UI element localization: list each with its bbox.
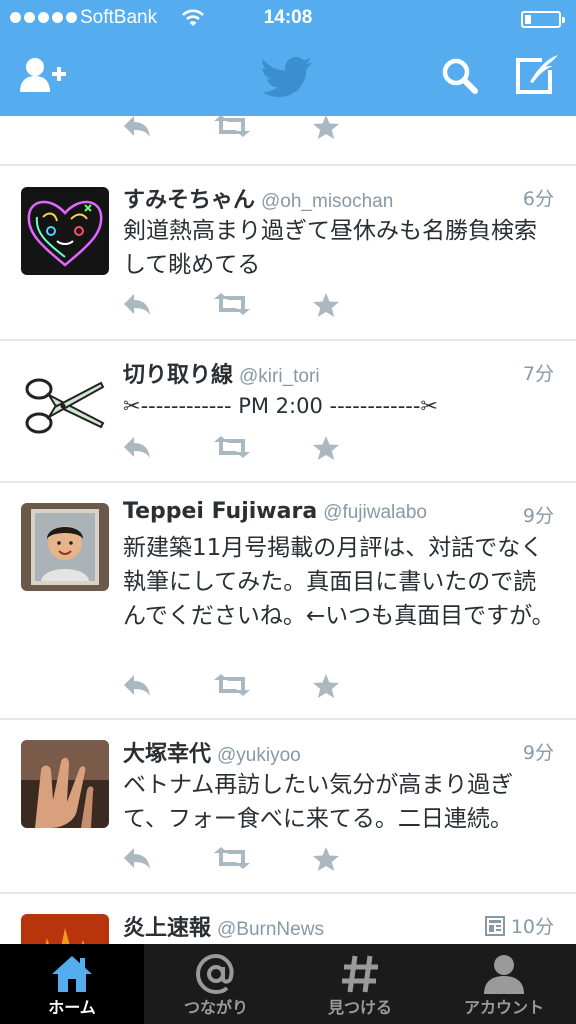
at-icon xyxy=(195,953,234,995)
status-time: 14:08 xyxy=(263,7,313,28)
retweet-icon[interactable] xyxy=(212,292,252,316)
tweet-author-handle[interactable]: @fujiwalabo xyxy=(323,502,427,523)
tweet-author-handle[interactable]: @kiri_tori xyxy=(239,366,320,387)
tweet-author-name[interactable]: Teppei Fujiwara xyxy=(123,499,317,524)
tab-connect[interactable]: つながり xyxy=(144,944,288,1024)
tweet-header: 切り取り線 @kiri_tori 7分 xyxy=(123,357,554,388)
tweet-row[interactable]: すみそちゃん @oh_misochan 6分 剣道熱高まり過ぎて昼休みも名勝負検索… xyxy=(0,166,576,341)
home-icon xyxy=(52,956,92,992)
tab-account-label: アカウント xyxy=(463,998,544,1017)
tab-discover-label: 見つける xyxy=(327,998,392,1017)
reply-icon[interactable] xyxy=(122,435,152,459)
retweet-icon[interactable] xyxy=(212,846,252,870)
tweet-author-name[interactable]: 大塚幸代 xyxy=(123,742,211,767)
tweet-author-handle[interactable]: @BurnNews xyxy=(217,919,324,940)
tweet-time: 9分 xyxy=(522,742,554,764)
retweet-icon[interactable] xyxy=(212,435,252,459)
avatar[interactable] xyxy=(21,503,109,591)
status-bar: SoftBank 14:08 xyxy=(0,0,576,38)
tab-home[interactable]: ホーム xyxy=(0,944,144,1024)
favorite-icon[interactable] xyxy=(312,292,340,318)
top-bar: SoftBank 14:08 xyxy=(0,0,576,116)
tweet-author-name[interactable]: 切り取り線 xyxy=(123,363,233,388)
tweet-text: ✂------------ PM 2:00 ------------✂ xyxy=(123,394,439,418)
twitter-bird-icon xyxy=(262,57,312,97)
tab-discover[interactable]: 見つける xyxy=(288,944,432,1024)
tweet-row[interactable]: 炎上速報 @BurnNews 10分 xyxy=(0,894,576,944)
tweet-row[interactable]: 大塚幸代 @yukiyoo 9分 ベトナム再訪したい気分が高まり過ぎて、フォー食べ… xyxy=(0,720,576,894)
tweet-header: すみそちゃん @oh_misochan 6分 xyxy=(123,182,554,213)
tweet-text: 新建築11月号掲載の月評は、対話でなく執筆にしてみた。真面目に書いたので読んでく… xyxy=(123,535,555,629)
tweet-header: 炎上速報 @BurnNews 10分 xyxy=(123,910,554,941)
tweet-time-value: 10分 xyxy=(510,916,554,938)
favorite-icon[interactable] xyxy=(312,673,340,699)
tweet-row[interactable]: Teppei Fujiwara @fujiwalabo 9分 新建築11月号掲載の… xyxy=(0,483,576,720)
tweet-row[interactable]: 切り取り線 @kiri_tori 7分 ✂------------ PM 2:00… xyxy=(0,341,576,483)
hashtag-icon xyxy=(342,955,378,993)
avatar[interactable] xyxy=(21,187,109,275)
avatar[interactable] xyxy=(21,914,109,944)
reply-icon[interactable] xyxy=(122,116,152,138)
tweet-time: 9分 xyxy=(522,505,554,527)
add-user-icon[interactable] xyxy=(20,56,68,96)
tab-account[interactable]: アカウント xyxy=(432,944,576,1024)
twitter-app: SoftBank 14:08 すみそちゃん @oh_misochan 6分 剣道… xyxy=(0,0,576,1024)
avatar[interactable] xyxy=(21,740,109,828)
tweet-header: 大塚幸代 @yukiyoo 9分 xyxy=(123,736,554,767)
favorite-icon[interactable] xyxy=(312,435,340,461)
battery-level xyxy=(525,15,532,24)
tweet-author-name[interactable]: 炎上速報 xyxy=(123,916,211,941)
timeline[interactable]: すみそちゃん @oh_misochan 6分 剣道熱高まり過ぎて昼休みも名勝負検索… xyxy=(0,116,576,944)
avatar[interactable] xyxy=(21,361,109,449)
search-icon[interactable] xyxy=(442,58,478,94)
tweet-author-handle[interactable]: @oh_misochan xyxy=(261,191,393,212)
tweet-author-name[interactable]: すみそちゃん xyxy=(123,188,255,213)
favorite-icon[interactable] xyxy=(312,116,340,140)
tweet-header: Teppei Fujiwara @fujiwalabo 9分 xyxy=(123,499,554,529)
tweet-time: 6分 xyxy=(522,188,554,210)
tweet-author-handle[interactable]: @yukiyoo xyxy=(217,745,301,766)
retweet-icon[interactable] xyxy=(212,116,252,138)
tab-connect-label: つながり xyxy=(183,998,248,1017)
reply-icon[interactable] xyxy=(122,673,152,697)
reply-icon[interactable] xyxy=(122,846,152,870)
tweet-row[interactable] xyxy=(0,116,576,166)
tweet-time: 10分 xyxy=(484,912,554,939)
tab-bar: ホーム つながり 見つける アカウント xyxy=(0,944,576,1024)
tweet-text: 剣道熱高まり過ぎて昼休みも名勝負検索して眺めてる xyxy=(123,218,537,278)
compose-icon[interactable] xyxy=(514,54,560,96)
tweet-text: ベトナム再訪したい気分が高まり過ぎて、フォー食べに来てる。二日連続。 xyxy=(123,772,514,832)
summary-card-icon xyxy=(484,916,505,936)
battery-icon xyxy=(521,11,565,28)
person-icon xyxy=(484,955,524,994)
retweet-icon[interactable] xyxy=(212,673,252,697)
tweet-time: 7分 xyxy=(522,363,554,385)
favorite-icon[interactable] xyxy=(312,846,340,872)
tab-home-label: ホーム xyxy=(48,998,96,1017)
reply-icon[interactable] xyxy=(122,292,152,316)
